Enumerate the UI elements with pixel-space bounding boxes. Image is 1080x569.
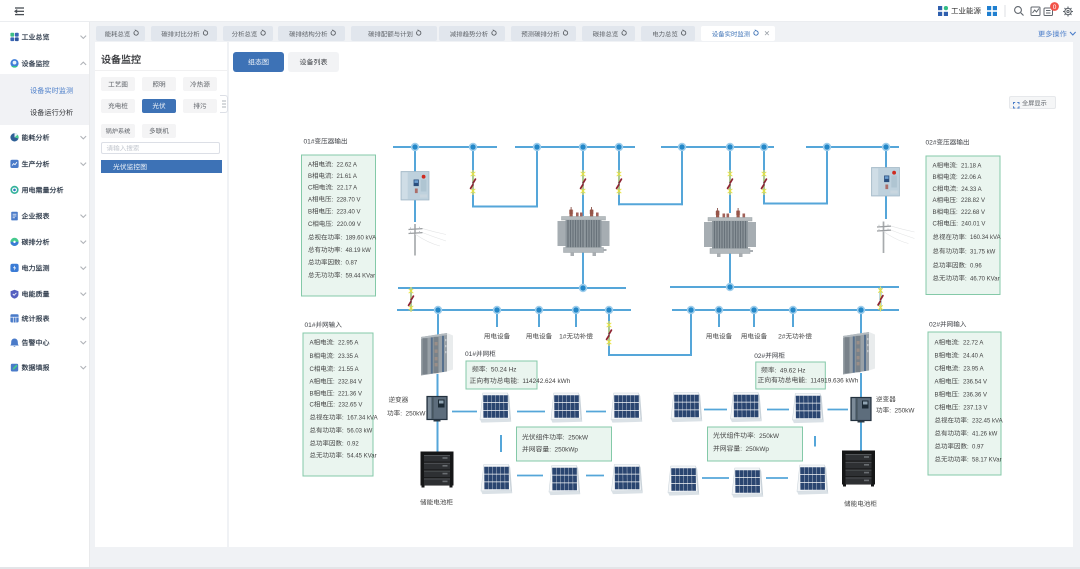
svg-text:A: A <box>308 163 312 169</box>
svg-text:: 114242.624 kWh: : 114242.624 kWh <box>517 378 571 385</box>
svg-text:: 0.92: : 0.92 <box>342 442 359 448</box>
svg-text:01#: 01# <box>304 139 315 146</box>
svg-text:01#: 01# <box>305 322 316 329</box>
svg-text:02#: 02# <box>754 353 765 360</box>
svg-text:: 222.68 V: : 222.68 V <box>956 210 985 216</box>
svg-text:A: A <box>933 198 937 204</box>
svg-text:: 24.33 A: : 24.33 A <box>956 187 981 193</box>
svg-text:A: A <box>933 163 937 169</box>
svg-text:: 23.95 A: : 23.95 A <box>958 367 983 373</box>
svg-text:C: C <box>935 406 940 412</box>
svg-text:: 228.70 V: : 228.70 V <box>332 197 361 203</box>
svg-text:: 21.61 A: : 21.61 A <box>332 174 357 180</box>
svg-text:B: B <box>933 175 937 181</box>
svg-text:C: C <box>310 367 315 373</box>
svg-text:: 237.13 V: : 237.13 V <box>958 406 987 412</box>
svg-text:: 31.75 kW: : 31.75 kW <box>965 249 996 255</box>
svg-text:01#: 01# <box>465 351 476 358</box>
svg-text:: 21.55 A: : 21.55 A <box>333 367 358 373</box>
svg-text:: 232.45 kVA: : 232.45 kVA <box>967 419 1003 425</box>
svg-text:: 22.72 A: : 22.72 A <box>958 341 983 347</box>
svg-text:: 24.40 A: : 24.40 A <box>958 354 983 360</box>
svg-text:A: A <box>310 341 314 347</box>
svg-text:: 49.62 Hz: : 49.62 Hz <box>775 367 806 374</box>
svg-text:B: B <box>310 392 314 398</box>
svg-text:: 58.17 KVar: : 58.17 KVar <box>967 458 1002 464</box>
svg-text:0: 0 <box>1053 4 1057 11</box>
svg-text:: 250kW: : 250kW <box>400 411 426 418</box>
svg-text:A: A <box>935 341 939 347</box>
svg-text:: 59.44 KVar: : 59.44 KVar <box>341 273 376 279</box>
svg-text:02#: 02# <box>926 140 937 147</box>
svg-text:: 160.34 kVA: : 160.34 kVA <box>965 235 1001 241</box>
svg-text:C: C <box>935 367 940 373</box>
svg-text:: 114919.636 kWh: : 114919.636 kWh <box>805 377 859 384</box>
svg-text:C: C <box>933 187 938 193</box>
svg-text:: 22.06 A: : 22.06 A <box>956 175 981 181</box>
svg-text:: 41.26 kW: : 41.26 kW <box>967 432 998 438</box>
svg-text:: 240.01 V: : 240.01 V <box>956 222 985 228</box>
svg-text:: 228.82 V: : 228.82 V <box>956 198 985 204</box>
svg-text:: 250kW: : 250kW <box>889 408 915 415</box>
svg-text:: 250kWp: : 250kWp <box>740 446 769 453</box>
svg-text:: 167.34 kVA: : 167.34 kVA <box>342 416 378 422</box>
svg-text:: 250kW: : 250kW <box>563 435 589 442</box>
svg-text:2#: 2# <box>778 334 786 341</box>
svg-text:C: C <box>308 222 313 228</box>
svg-text:A: A <box>310 380 314 386</box>
svg-text:A: A <box>935 380 939 386</box>
svg-text:: 21.18 A: : 21.18 A <box>956 163 981 169</box>
svg-text:: 0.87: : 0.87 <box>341 261 358 267</box>
svg-text:B: B <box>310 354 314 360</box>
svg-text:B: B <box>933 210 937 216</box>
svg-text:: 223.40 V: : 223.40 V <box>332 210 361 216</box>
svg-text:C: C <box>933 222 938 228</box>
svg-text:: 189.60 kVA: : 189.60 kVA <box>341 236 377 242</box>
svg-text:: 236.36 V: : 236.36 V <box>958 393 987 399</box>
svg-text:B: B <box>935 393 939 399</box>
svg-text:B: B <box>308 210 312 216</box>
svg-text:B: B <box>935 354 939 360</box>
svg-text:: 46.70 KVar: : 46.70 KVar <box>965 276 1000 282</box>
svg-text:: 221.36 V: : 221.36 V <box>333 392 362 398</box>
svg-text:: 56.03 kW: : 56.03 kW <box>342 429 373 435</box>
svg-text:: 50.24 Hz: : 50.24 Hz <box>486 367 517 374</box>
svg-text:: 250kW: : 250kW <box>754 433 780 440</box>
svg-text:: 250kWp: : 250kWp <box>549 447 578 454</box>
svg-text:C: C <box>308 186 313 192</box>
svg-text:1#: 1# <box>559 334 567 341</box>
svg-text:: 22.95 A: : 22.95 A <box>333 341 358 347</box>
svg-text:: 22.17 A: : 22.17 A <box>332 186 357 192</box>
svg-text:A: A <box>308 197 312 203</box>
svg-text:: 0.97: : 0.97 <box>967 445 984 451</box>
svg-text:: 23.35 A: : 23.35 A <box>333 354 358 360</box>
svg-text:: 236.54 V: : 236.54 V <box>958 380 987 386</box>
svg-text:: 0.96: : 0.96 <box>965 264 982 270</box>
svg-text:: 48.19 kW: : 48.19 kW <box>341 248 372 254</box>
svg-text:: 232.65 V: : 232.65 V <box>333 403 362 409</box>
svg-text:: 232.84 V: : 232.84 V <box>333 380 362 386</box>
svg-text:: 22.62 A: : 22.62 A <box>332 163 357 169</box>
svg-text:B: B <box>308 174 312 180</box>
svg-text:: 220.09 V: : 220.09 V <box>332 222 361 228</box>
svg-text:C: C <box>310 403 315 409</box>
svg-text:: 54.45 KVar: : 54.45 KVar <box>342 454 377 460</box>
svg-text:02#: 02# <box>929 322 940 329</box>
